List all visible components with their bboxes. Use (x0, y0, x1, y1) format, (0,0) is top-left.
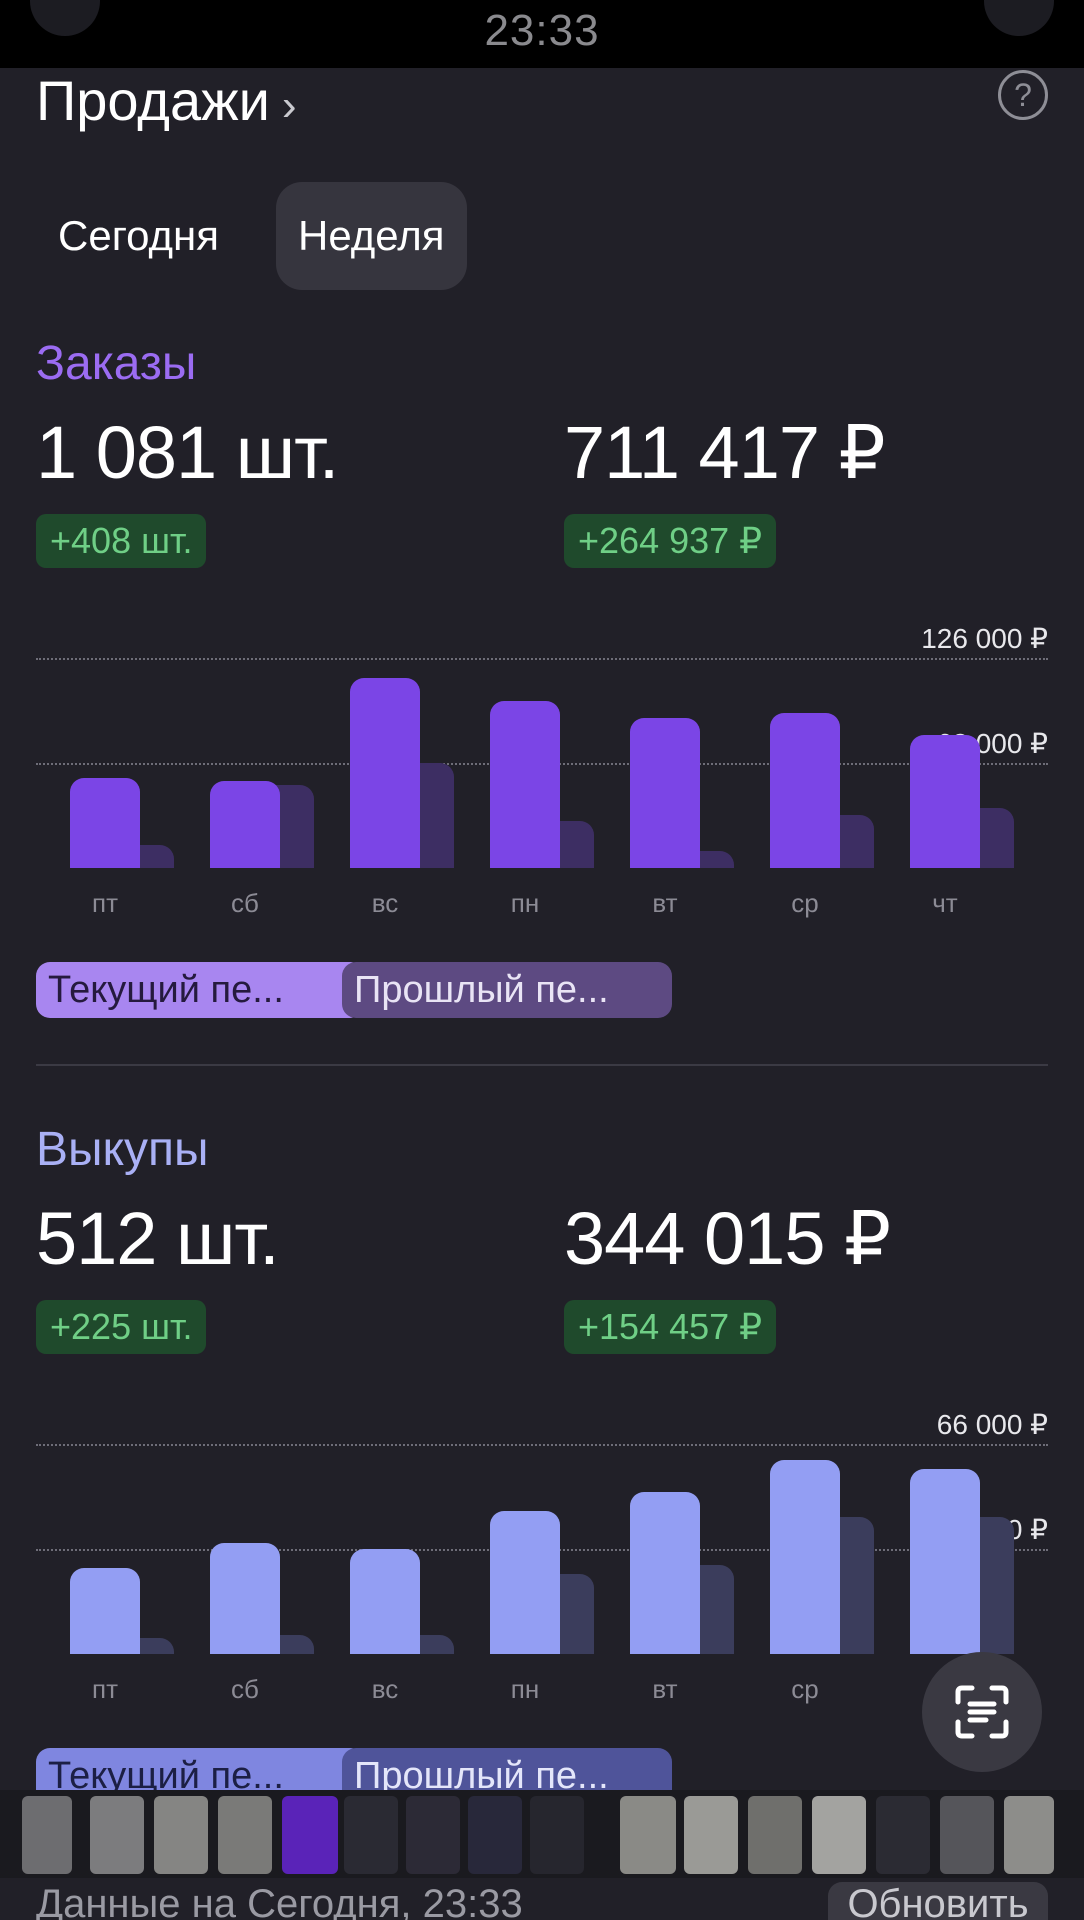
orders-bar-current[interactable] (490, 701, 560, 868)
x-tick-label: ср (791, 888, 819, 918)
orders-bar-current[interactable] (910, 734, 980, 868)
thumbnail[interactable] (620, 1796, 676, 1874)
x-tick-label: вт (652, 1674, 678, 1704)
x-tick-label: пн (510, 1674, 540, 1704)
scan-text-icon (955, 1685, 1009, 1739)
orders-sum-delta: +264 937 ₽ (564, 514, 777, 568)
refresh-button[interactable]: Обновить (828, 1882, 1048, 1920)
gridline (36, 658, 1048, 660)
y-tick-label: 66 000 ₽ (936, 1409, 1048, 1440)
orders-chart: 63 000 ₽126 000 ₽ пт сб вс пн вт ср чт (0, 623, 1084, 968)
thumbnail[interactable] (1004, 1796, 1054, 1874)
thumbnail[interactable] (748, 1796, 802, 1874)
gridline (36, 1444, 1048, 1446)
orders-sum: 711 417 ₽ (564, 411, 886, 494)
buyouts-bar-current[interactable] (350, 1549, 420, 1654)
x-tick-label: вс (371, 1674, 399, 1704)
thumbnail[interactable] (468, 1796, 522, 1874)
buyouts-bar-current[interactable] (70, 1568, 140, 1654)
thumbnail[interactable] (22, 1796, 72, 1874)
buyouts-label: Выкупы (36, 1123, 209, 1176)
data-timestamp: Данные на Сегодня, 23:33 (36, 1882, 523, 1920)
footer-bar: Данные на Сегодня, 23:33 Обновить (0, 1878, 1084, 1920)
x-tick-label: вс (371, 888, 399, 918)
orders-count-delta: +408 шт. (36, 514, 207, 568)
x-tick-label: пн (510, 888, 540, 918)
question-circle-icon[interactable]: ? (998, 70, 1048, 120)
buyouts-count-delta: +225 шт. (36, 1300, 207, 1354)
orders-bar-current[interactable] (770, 713, 840, 868)
thumbnail[interactable] (940, 1796, 994, 1874)
legend-current-orders[interactable]: Текущий пе... (36, 962, 364, 1018)
orders-label: Заказы (36, 337, 197, 390)
page-title-text: Продажи (36, 69, 270, 132)
x-tick-label: чт (932, 888, 958, 918)
thumbnail[interactable] (406, 1796, 460, 1874)
orders-count: 1 081 шт. (36, 411, 339, 494)
legend-previous-orders[interactable]: Прошлый пе... (342, 962, 672, 1018)
thumbnail[interactable] (282, 1796, 338, 1874)
buyouts-bar-current[interactable] (630, 1491, 700, 1654)
buyouts-count: 512 шт. (36, 1197, 280, 1280)
thumbnail[interactable] (530, 1796, 584, 1874)
buyouts-bar-current[interactable] (770, 1459, 840, 1654)
section-divider (36, 1064, 1048, 1066)
thumbnail-strip[interactable] (0, 1790, 1084, 1878)
buyouts-bar-current[interactable] (910, 1469, 980, 1654)
thumbnail[interactable] (876, 1796, 930, 1874)
buyouts-bar-current[interactable] (490, 1510, 560, 1654)
y-tick-label: 126 000 ₽ (921, 623, 1048, 654)
x-tick-label: ср (791, 1674, 819, 1704)
thumbnail[interactable] (218, 1796, 272, 1874)
chevron-right-icon: › (281, 81, 297, 130)
status-bar: 23:33 (0, 0, 1084, 68)
tab-week[interactable]: Неделя (276, 182, 467, 290)
status-time: 23:33 (484, 6, 600, 55)
buyouts-bar-current[interactable] (210, 1542, 280, 1654)
orders-bar-current[interactable] (210, 781, 280, 868)
page-title[interactable]: Продажи › (36, 68, 297, 133)
x-tick-label: пт (92, 888, 118, 918)
buyouts-sum-delta: +154 457 ₽ (564, 1300, 777, 1354)
thumbnail[interactable] (90, 1796, 144, 1874)
thumbnail[interactable] (344, 1796, 398, 1874)
buyouts-sum: 344 015 ₽ (564, 1197, 891, 1280)
orders-bar-current[interactable] (70, 778, 140, 868)
thumbnail[interactable] (812, 1796, 866, 1874)
sales-screen: Продажи › ? Сегодня Неделя Заказы 1 081 ш… (0, 68, 1084, 1920)
orders-bar-current[interactable] (350, 678, 420, 868)
thumbnail[interactable] (154, 1796, 208, 1874)
x-tick-label: вт (652, 888, 678, 918)
thumbnail[interactable] (684, 1796, 738, 1874)
x-tick-label: сб (231, 888, 259, 918)
x-tick-label: сб (231, 1674, 259, 1704)
tab-today[interactable]: Сегодня (36, 182, 241, 290)
x-tick-label: пт (92, 1674, 118, 1704)
scan-text-button[interactable] (922, 1652, 1042, 1772)
orders-bar-current[interactable] (630, 718, 700, 868)
